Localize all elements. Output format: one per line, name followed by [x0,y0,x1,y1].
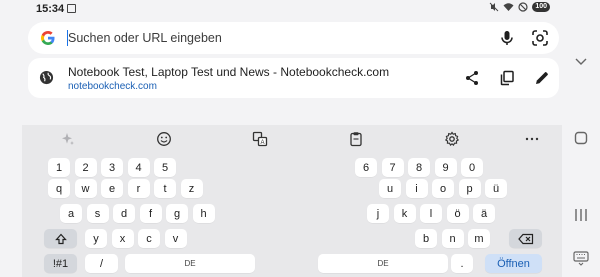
google-lens-icon[interactable] [531,29,549,47]
key[interactable]: h [192,204,215,223]
key[interactable]: n [441,229,464,248]
key[interactable]: 9 [434,158,457,177]
status-icons: 100 [489,2,550,12]
key[interactable]: ü [485,179,507,198]
period-key[interactable]: . [451,254,473,273]
enter-key[interactable]: Öffnen [485,254,542,273]
emoji-icon[interactable] [156,131,172,147]
key[interactable]: 5 [154,158,176,177]
key[interactable]: j [367,204,389,223]
wifi-icon [503,3,514,11]
svg-text:A: A [260,140,264,146]
key[interactable]: c [138,229,160,248]
key[interactable]: o [432,179,454,198]
symbols-key[interactable]: !#1 [44,254,77,273]
key[interactable]: u [379,179,401,198]
space-bar-right[interactable]: DE [318,254,448,273]
battery-icon: 100 [532,2,550,12]
key[interactable]: m [468,229,490,248]
key[interactable]: 8 [408,158,430,177]
key[interactable]: e [101,179,123,198]
clipboard-icon[interactable] [348,131,364,147]
mute-icon [489,2,499,12]
key[interactable]: z [180,179,203,198]
backspace-key[interactable] [509,229,542,248]
key[interactable]: i [405,179,428,198]
key[interactable]: 4 [127,158,150,177]
key[interactable]: d [113,204,135,223]
key[interactable]: g [166,204,188,223]
gear-icon[interactable] [444,131,460,147]
translate-icon[interactable]: A [252,131,268,147]
copy-icon[interactable] [499,70,515,86]
shift-icon [54,233,67,244]
suggestion-title: Notebook Test, Laptop Test und News - No… [68,65,390,79]
key[interactable]: ö [446,204,469,223]
globe-icon [39,70,54,85]
keyboard-hide-icon[interactable] [572,249,590,267]
no-signal-icon [518,2,528,12]
home-button-icon[interactable] [572,129,590,147]
gallery-notification-icon [67,4,76,13]
key[interactable]: x [111,229,134,248]
edit-pencil-icon[interactable] [534,70,550,86]
backspace-icon [517,233,533,244]
navigation-bar [562,0,600,277]
omnibox[interactable] [28,22,559,54]
chevron-down-icon[interactable] [572,52,590,70]
key[interactable]: p [458,179,481,198]
status-time: 15:34 [36,3,65,15]
more-options-icon[interactable] [524,131,540,147]
keyboard: A 12345 qwertz asdfgh yxcv 67890 uiopü jklöä bn… [22,125,562,277]
key[interactable]: t [154,179,176,198]
key[interactable]: 6 [355,158,377,177]
key[interactable]: r [127,179,150,198]
key[interactable]: v [164,229,187,248]
status-bar: 15:34 100 [0,0,562,18]
space-bar-left[interactable]: DE [125,254,255,273]
key[interactable]: 3 [101,158,123,177]
key[interactable]: f [139,204,162,223]
key[interactable]: a [60,204,82,223]
suggestion-row[interactable]: Notebook Test, Laptop Test und News - No… [28,58,559,98]
key[interactable]: k [393,204,416,223]
key[interactable]: 1 [48,158,70,177]
slash-key[interactable]: / [85,254,118,273]
key[interactable]: l [420,204,442,223]
key[interactable]: w [74,179,97,198]
google-logo-icon [41,31,55,45]
key[interactable]: s [86,204,109,223]
suggestion-url: notebookcheck.com [68,81,157,92]
keyboard-toolbar: A [22,125,562,153]
key[interactable]: b [415,229,437,248]
microphone-icon[interactable] [498,29,516,47]
key[interactable]: 0 [461,158,483,177]
url-input[interactable] [68,29,488,47]
key[interactable]: 2 [74,158,97,177]
key[interactable]: q [48,179,70,198]
key[interactable]: y [85,229,107,248]
shift-key[interactable] [44,229,77,248]
share-icon[interactable] [464,70,480,86]
ai-sparkle-icon[interactable] [60,131,76,147]
key[interactable]: ä [473,204,495,223]
recent-apps-icon[interactable] [572,206,590,224]
key[interactable]: 7 [381,158,404,177]
